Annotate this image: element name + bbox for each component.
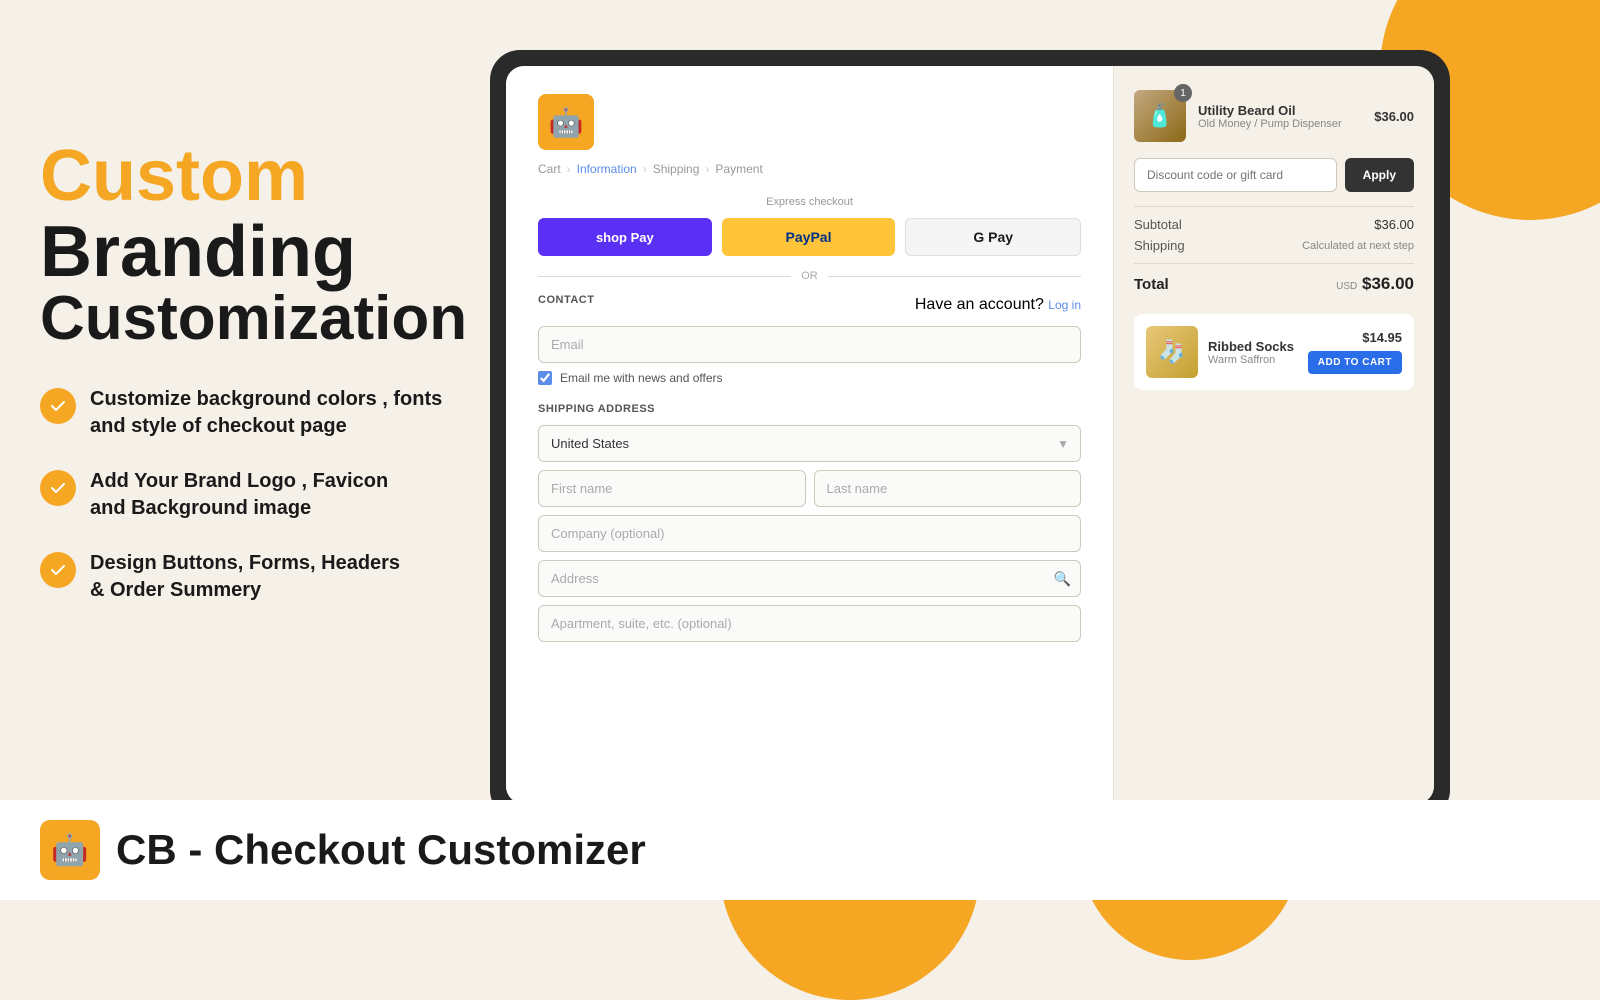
feature-item-2: Add Your Brand Logo , Faviconand Backgro… <box>40 468 480 522</box>
company-input[interactable] <box>538 515 1081 552</box>
country-select[interactable]: United States <box>538 425 1081 462</box>
address-input-wrap: 🔍 <box>538 560 1081 597</box>
feature-list: Customize background colors , fontsand s… <box>40 386 480 604</box>
item-info-1: Utility Beard Oil Old Money / Pump Dispe… <box>1198 103 1362 130</box>
total-value: USD $36.00 <box>1336 274 1414 294</box>
app-logo: 🤖 <box>40 820 100 880</box>
total-currency: USD <box>1336 281 1357 292</box>
shipping-row: Shipping Calculated at next step <box>1134 238 1414 253</box>
item-quantity-badge-1: 1 <box>1174 84 1192 102</box>
have-account-static: Have an account? <box>915 296 1044 313</box>
email-offers-row: Email me with news and offers <box>538 371 1081 385</box>
feature-item-1: Customize background colors , fontsand s… <box>40 386 480 440</box>
contact-label: CONTACT <box>538 294 594 306</box>
shop-pay-label: shop Pay <box>596 230 654 245</box>
feature-text-1: Customize background colors , fontsand s… <box>90 386 442 440</box>
last-name-input[interactable] <box>814 470 1082 507</box>
address-input[interactable] <box>538 560 1081 597</box>
device-screen: 🤖 Cart › Information › Shipping › Paymen… <box>506 66 1434 804</box>
rec-info: Ribbed Socks Warm Saffron <box>1208 339 1298 366</box>
summary-divider-2 <box>1134 263 1414 264</box>
shipping-label: Shipping <box>1134 238 1185 253</box>
name-row <box>538 470 1081 507</box>
or-text: OR <box>801 270 818 282</box>
discount-input[interactable] <box>1134 158 1337 192</box>
gpay-button[interactable]: G Pay <box>905 218 1081 256</box>
apartment-input[interactable] <box>538 605 1081 642</box>
apply-button[interactable]: Apply <box>1345 158 1414 192</box>
or-divider: OR <box>538 270 1081 282</box>
item-image-wrap-1: 🧴 1 <box>1134 90 1186 142</box>
email-offers-checkbox[interactable] <box>538 371 552 385</box>
rec-image: 🧦 <box>1146 326 1198 378</box>
title-customization: Customization <box>40 288 480 350</box>
breadcrumb-information[interactable]: Information <box>577 162 637 176</box>
paypal-label: PayPal <box>786 229 832 245</box>
total-label: Total <box>1134 276 1169 293</box>
rec-name: Ribbed Socks <box>1208 339 1298 354</box>
shop-pay-button[interactable]: shop Pay <box>538 218 712 256</box>
check-circle-icon-3 <box>40 552 76 588</box>
subtotal-label: Subtotal <box>1134 217 1182 232</box>
rec-right: $14.95 ADD TO CART <box>1308 330 1402 374</box>
shipping-value: Calculated at next step <box>1302 240 1414 252</box>
bottom-bar: 🤖 CB - Checkout Customizer <box>0 800 1600 900</box>
check-circle-icon-2 <box>40 470 76 506</box>
store-logo-image: 🤖 <box>538 94 594 150</box>
title-branding: Branding <box>40 216 480 288</box>
breadcrumb-sep-1: › <box>567 162 571 176</box>
divider-line-right <box>828 276 1081 277</box>
gpay-label: G Pay <box>973 229 1013 245</box>
breadcrumb: Cart › Information › Shipping › Payment <box>538 162 1081 176</box>
discount-row: Apply <box>1134 158 1414 192</box>
checkout-left: 🤖 Cart › Information › Shipping › Paymen… <box>506 66 1114 804</box>
breadcrumb-payment[interactable]: Payment <box>715 162 762 176</box>
add-to-cart-button[interactable]: ADD TO CART <box>1308 351 1402 374</box>
item-price-1: $36.00 <box>1374 109 1414 124</box>
express-checkout-label: Express checkout <box>538 196 1081 208</box>
divider-line-left <box>538 276 791 277</box>
item-variant-1: Old Money / Pump Dispenser <box>1198 118 1362 130</box>
feature-item-3: Design Buttons, Forms, Headers& Order Su… <box>40 550 480 604</box>
total-row: Total USD $36.00 <box>1134 274 1414 294</box>
country-select-wrap: United States ▼ <box>538 425 1081 462</box>
contact-section-header: CONTACT Have an account? Log in <box>538 294 1081 316</box>
breadcrumb-sep-3: › <box>705 162 709 176</box>
recommended-product: 🧦 Ribbed Socks Warm Saffron $14.95 ADD T… <box>1134 314 1414 390</box>
paypal-button[interactable]: PayPal <box>722 218 896 256</box>
order-item-1: 🧴 1 Utility Beard Oil Old Money / Pump D… <box>1134 90 1414 142</box>
search-icon: 🔍 <box>1054 570 1071 587</box>
shipping-address-label: SHIPPING ADDRESS <box>538 403 1081 415</box>
total-amount: $36.00 <box>1362 274 1414 293</box>
email-offers-label: Email me with news and offers <box>560 371 723 385</box>
express-buttons: shop Pay PayPal G Pay <box>538 218 1081 256</box>
store-logo: 🤖 <box>538 94 594 150</box>
breadcrumb-shipping[interactable]: Shipping <box>653 162 700 176</box>
rec-price: $14.95 <box>1362 330 1402 345</box>
have-account-text: Have an account? Log in <box>915 296 1081 314</box>
subtotal-value: $36.00 <box>1374 217 1414 232</box>
email-input[interactable] <box>538 326 1081 363</box>
socks-image: 🧦 <box>1146 326 1198 378</box>
checkout-right: 🧴 1 Utility Beard Oil Old Money / Pump D… <box>1114 66 1434 804</box>
summary-divider-1 <box>1134 206 1414 207</box>
title-custom: Custom <box>40 140 480 212</box>
breadcrumb-cart[interactable]: Cart <box>538 162 561 176</box>
subtotal-row: Subtotal $36.00 <box>1134 217 1414 232</box>
item-name-1: Utility Beard Oil <box>1198 103 1362 118</box>
check-circle-icon-1 <box>40 388 76 424</box>
first-name-input[interactable] <box>538 470 806 507</box>
breadcrumb-sep-2: › <box>643 162 647 176</box>
rec-variant: Warm Saffron <box>1208 354 1298 366</box>
feature-text-2: Add Your Brand Logo , Faviconand Backgro… <box>90 468 388 522</box>
log-in-link[interactable]: Log in <box>1048 298 1081 312</box>
feature-text-3: Design Buttons, Forms, Headers& Order Su… <box>90 550 400 604</box>
left-panel: Custom Branding Customization Customize … <box>40 140 480 604</box>
app-name: CB - Checkout Customizer <box>116 826 646 874</box>
device-container: 🤖 Cart › Information › Shipping › Paymen… <box>490 50 1450 820</box>
